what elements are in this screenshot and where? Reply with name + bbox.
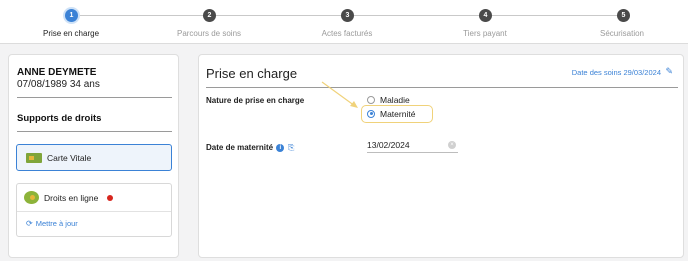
prise-en-charge-panel: Prise en charge Date des soins 29/03/202…	[198, 54, 684, 258]
radio-maternite-control[interactable]	[367, 109, 375, 118]
patient-panel: ANNE DEYMETE 07/08/1989 34 ans Supports …	[8, 54, 179, 258]
radio-maternite-label: Maternité	[380, 109, 416, 119]
droits-en-ligne-box[interactable]: Droits en ligne ⟳ Mettre à jour	[16, 183, 172, 237]
step-1-circle[interactable]: 1	[65, 9, 78, 22]
date-soins-link[interactable]: Date des soins 29/03/2024	[572, 68, 661, 77]
droits-en-ligne-icon	[24, 191, 39, 204]
step-connector	[492, 15, 618, 16]
mettre-a-jour-label: Mettre à jour	[35, 219, 78, 228]
stepper: 1 Prise en charge 2 Parcours de soins 3 …	[0, 0, 688, 44]
patient-name: ANNE DEYMETE	[17, 67, 97, 78]
date-maternite-label: Date de maternité i	[206, 143, 285, 152]
refresh-icon: ⟳	[26, 219, 33, 228]
step-5-label[interactable]: Sécurisation	[567, 29, 677, 38]
step-5-circle[interactable]: 5	[617, 9, 630, 22]
step-connector	[216, 15, 342, 16]
divider	[17, 211, 171, 212]
droits-en-ligne-label: Droits en ligne	[44, 193, 99, 203]
radio-maternite[interactable]: Maternité	[367, 109, 415, 119]
status-dot-icon	[107, 195, 113, 201]
radio-maladie[interactable]: Maladie	[367, 95, 410, 105]
step-connector	[78, 15, 204, 16]
info-icon[interactable]: i	[276, 143, 285, 152]
nature-prise-en-charge-label: Nature de prise en charge	[206, 96, 305, 105]
carte-vitale-icon	[26, 153, 42, 163]
radio-maladie-control[interactable]	[367, 95, 375, 104]
date-maternite-value: 13/02/2024	[367, 140, 410, 150]
step-4-circle[interactable]: 4	[479, 9, 492, 22]
divider	[17, 131, 172, 132]
divider	[17, 97, 172, 98]
step-3-circle[interactable]: 3	[341, 9, 354, 22]
step-connector	[354, 15, 480, 16]
supports-title: Supports de droits	[17, 113, 102, 124]
step-3-label[interactable]: Actes facturés	[292, 29, 402, 38]
pencil-icon[interactable]: ✎	[665, 66, 673, 77]
divider	[206, 87, 678, 88]
date-maternite-text: Date de maternité	[206, 143, 274, 152]
carte-vitale-label: Carte Vitale	[47, 153, 92, 163]
card-reader-icon[interactable]: ⎘	[288, 143, 294, 153]
mettre-a-jour-link[interactable]: ⟳ Mettre à jour	[26, 219, 78, 228]
step-1-label[interactable]: Prise en charge	[16, 29, 126, 38]
clear-icon[interactable]: ×	[448, 141, 456, 149]
date-maternite-input[interactable]: 13/02/2024 ×	[367, 139, 458, 153]
page-title: Prise en charge	[206, 66, 298, 81]
radio-maladie-label: Maladie	[380, 95, 410, 105]
patient-dob-age: 07/08/1989 34 ans	[17, 79, 100, 90]
step-4-label[interactable]: Tiers payant	[430, 29, 540, 38]
step-2-circle[interactable]: 2	[203, 9, 216, 22]
carte-vitale-button[interactable]: Carte Vitale	[16, 144, 172, 171]
step-2-label[interactable]: Parcours de soins	[154, 29, 264, 38]
